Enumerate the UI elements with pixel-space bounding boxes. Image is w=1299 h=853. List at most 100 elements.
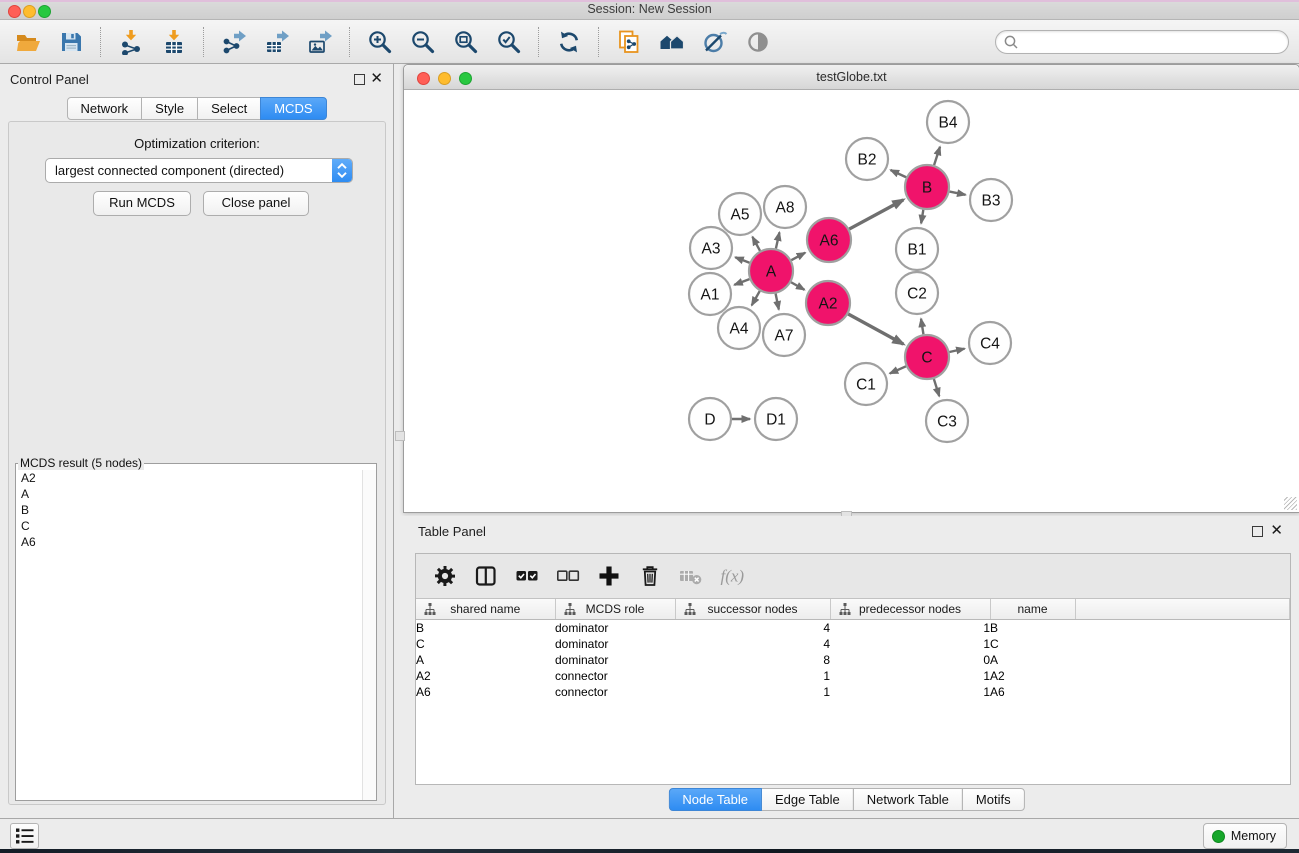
- add-column-icon[interactable]: [596, 563, 622, 589]
- node-B[interactable]: B: [905, 165, 949, 209]
- refresh-view-icon[interactable]: [555, 28, 583, 56]
- network-canvas[interactable]: B4 B2 B B3 A8A5 A6 A3 B1 A C2 A1 A2 A4A7 C4 C C1 C3 D D1: [404, 90, 1299, 512]
- edge-A2-C[interactable]: [848, 314, 903, 344]
- edge-C-C3[interactable]: [934, 379, 939, 396]
- table-row[interactable]: Bdominator41B: [416, 620, 1290, 637]
- deselect-all-icon[interactable]: [555, 563, 581, 589]
- close-panel-button[interactable]: Close panel: [203, 191, 309, 216]
- hide-details-icon[interactable]: [701, 28, 729, 56]
- edge-A-A8[interactable]: [776, 232, 780, 248]
- mcds-result-item[interactable]: A2: [17, 470, 362, 486]
- table-row[interactable]: Adominator80A: [416, 652, 1290, 668]
- edge-A-A5[interactable]: [752, 237, 760, 251]
- node-D[interactable]: D: [689, 398, 731, 440]
- node-B4[interactable]: B4: [927, 101, 969, 143]
- edge-B-B1[interactable]: [921, 210, 923, 224]
- column-header-MCDS-role[interactable]: MCDS role: [555, 599, 675, 620]
- save-session-icon[interactable]: [57, 28, 85, 56]
- node-A1[interactable]: A1: [689, 273, 731, 315]
- vertical-splitter-handle[interactable]: [395, 431, 405, 441]
- edge-A-A6[interactable]: [791, 253, 805, 260]
- export-network-icon[interactable]: [220, 28, 248, 56]
- tab-network-table[interactable]: Network Table: [853, 788, 963, 811]
- node-A4[interactable]: A4: [718, 307, 760, 349]
- toggle-columns-icon[interactable]: [473, 563, 499, 589]
- table-settings-icon[interactable]: [432, 563, 458, 589]
- select-all-icon[interactable]: [514, 563, 540, 589]
- edge-A6-B[interactable]: [849, 200, 903, 229]
- node-A6[interactable]: A6: [807, 218, 851, 262]
- edge-A-A7[interactable]: [776, 294, 779, 310]
- close-table-panel-icon[interactable]: ✕: [1270, 522, 1283, 539]
- node-B1[interactable]: B1: [896, 228, 938, 270]
- search-input[interactable]: [1022, 32, 1281, 52]
- edge-A-A4[interactable]: [752, 291, 760, 305]
- column-header-shared-name[interactable]: shared name: [416, 599, 555, 620]
- node-A2[interactable]: A2: [806, 281, 850, 325]
- export-image-icon[interactable]: [306, 28, 334, 56]
- node-C[interactable]: C: [905, 335, 949, 379]
- node-B3[interactable]: B3: [970, 179, 1012, 221]
- zoom-selected-icon[interactable]: [495, 28, 523, 56]
- tab-edge-table[interactable]: Edge Table: [761, 788, 854, 811]
- node-B2[interactable]: B2: [846, 138, 888, 180]
- list-scrollbar[interactable]: [362, 470, 376, 800]
- tab-motifs[interactable]: Motifs: [962, 788, 1025, 811]
- tab-node-table[interactable]: Node Table: [668, 788, 762, 811]
- run-mcds-button[interactable]: Run MCDS: [93, 191, 191, 216]
- edge-A-A3[interactable]: [735, 257, 749, 262]
- network-window-titlebar[interactable]: testGlobe.txt: [404, 65, 1299, 90]
- node-A5[interactable]: A5: [719, 193, 761, 235]
- tab-mcds[interactable]: MCDS: [260, 97, 326, 120]
- edge-A-A1[interactable]: [734, 279, 749, 285]
- mcds-result-item[interactable]: C: [17, 518, 362, 534]
- column-header-predecessor-nodes[interactable]: predecessor nodes: [830, 599, 990, 620]
- search-box[interactable]: [995, 30, 1289, 54]
- table-row[interactable]: A6connector11A6: [416, 684, 1290, 700]
- delete-column-icon[interactable]: [637, 563, 663, 589]
- tab-style[interactable]: Style: [141, 97, 198, 120]
- criterion-select[interactable]: largest connected component (directed): [45, 158, 353, 183]
- edge-A-A2[interactable]: [791, 282, 804, 290]
- window-resize-grip[interactable]: [1284, 497, 1297, 510]
- import-network-icon[interactable]: [117, 28, 145, 56]
- home-view-icon[interactable]: [658, 28, 686, 56]
- column-header-successor-nodes[interactable]: successor nodes: [675, 599, 830, 620]
- zoom-fit-icon[interactable]: [452, 28, 480, 56]
- edge-B-B2[interactable]: [891, 170, 907, 177]
- import-table-icon[interactable]: [160, 28, 188, 56]
- node-C3[interactable]: C3: [926, 400, 968, 442]
- mcds-result-item[interactable]: A: [17, 486, 362, 502]
- export-table-icon[interactable]: [263, 28, 291, 56]
- node-A[interactable]: A: [749, 249, 793, 293]
- zoom-in-icon[interactable]: [366, 28, 394, 56]
- open-file-icon[interactable]: [14, 28, 42, 56]
- zoom-out-icon[interactable]: [409, 28, 437, 56]
- float-panel-icon[interactable]: [354, 74, 365, 85]
- table-row[interactable]: A2connector11A2: [416, 668, 1290, 684]
- node-A3[interactable]: A3: [690, 227, 732, 269]
- node-A8[interactable]: A8: [764, 186, 806, 228]
- tab-network[interactable]: Network: [66, 97, 142, 120]
- tab-select[interactable]: Select: [197, 97, 261, 120]
- mcds-result-item[interactable]: A6: [17, 534, 362, 550]
- task-history-button[interactable]: [10, 823, 39, 849]
- node-A7[interactable]: A7: [763, 314, 805, 356]
- memory-button[interactable]: Memory: [1203, 823, 1287, 849]
- node-C4[interactable]: C4: [969, 322, 1011, 364]
- close-panel-icon[interactable]: ✕: [370, 70, 383, 87]
- edge-C-C4[interactable]: [949, 349, 964, 352]
- duplicate-network-icon[interactable]: [615, 28, 643, 56]
- show-details-icon[interactable]: [744, 28, 772, 56]
- column-header-name[interactable]: name: [990, 599, 1075, 620]
- edge-C-C2[interactable]: [921, 319, 923, 335]
- mcds-result-item[interactable]: B: [17, 502, 362, 518]
- edge-C-C1[interactable]: [890, 366, 906, 373]
- node-C2[interactable]: C2: [896, 272, 938, 314]
- table-row[interactable]: Cdominator41C: [416, 636, 1290, 652]
- node-D1[interactable]: D1: [755, 398, 797, 440]
- float-table-panel-icon[interactable]: [1252, 526, 1263, 537]
- edge-B-B3[interactable]: [950, 192, 966, 195]
- node-C1[interactable]: C1: [845, 363, 887, 405]
- edge-B-B4[interactable]: [934, 147, 940, 165]
